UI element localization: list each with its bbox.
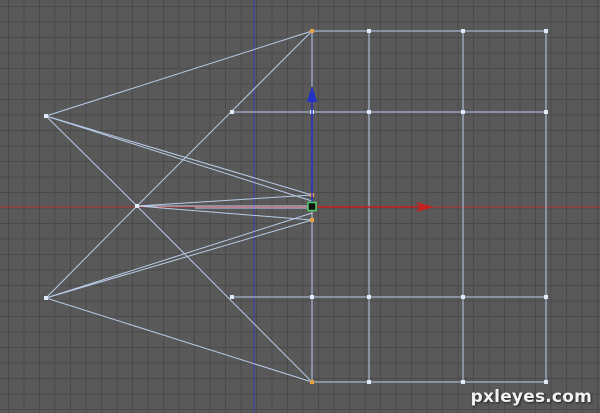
selected-vertex[interactable] (310, 380, 314, 384)
gizmo-y-arrow-icon[interactable] (307, 86, 317, 102)
watermark-logo: pxleyes.com (470, 387, 592, 407)
vertex[interactable] (367, 295, 371, 299)
vertex[interactable] (230, 295, 234, 299)
move-gizmo[interactable] (307, 86, 434, 212)
vertex[interactable] (367, 380, 371, 384)
vertex[interactable] (544, 29, 548, 33)
vertex[interactable] (461, 380, 465, 384)
vertex[interactable] (367, 29, 371, 33)
vertex[interactable] (544, 110, 548, 114)
vertex[interactable] (461, 110, 465, 114)
scene-canvas[interactable] (0, 0, 600, 413)
vertex[interactable] (461, 295, 465, 299)
vertex[interactable] (310, 295, 314, 299)
selected-vertex[interactable] (310, 218, 314, 222)
vertex[interactable] (544, 295, 548, 299)
vertex[interactable] (44, 296, 48, 300)
vertex[interactable] (230, 110, 234, 114)
vertex[interactable] (135, 204, 139, 208)
vertex[interactable] (544, 380, 548, 384)
selected-vertex[interactable] (310, 29, 314, 33)
gizmo-pivot-handle[interactable] (307, 201, 317, 212)
vertex[interactable] (367, 110, 371, 114)
vertex[interactable] (44, 114, 48, 118)
vertex[interactable] (461, 29, 465, 33)
3d-viewport[interactable]: pxleyes.com (0, 0, 600, 413)
